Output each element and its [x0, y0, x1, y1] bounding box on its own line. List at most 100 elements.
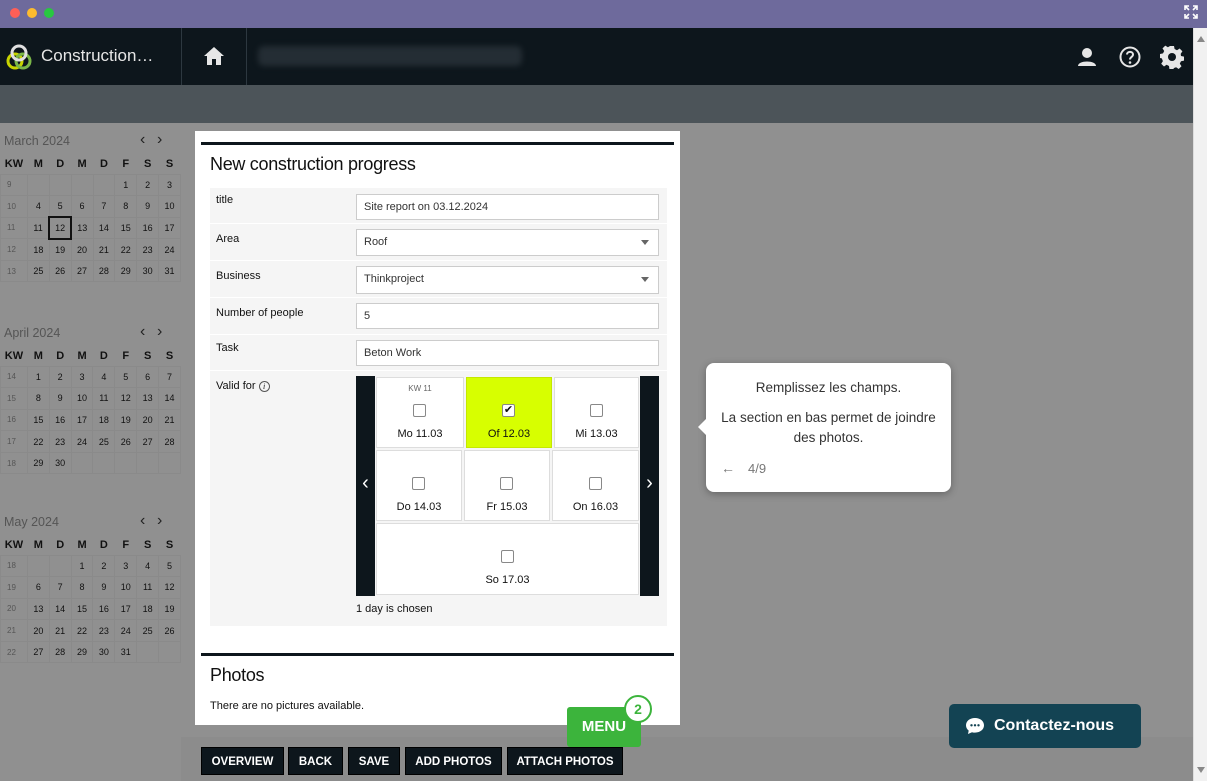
day-picker-next-button[interactable]: › [640, 376, 659, 596]
calendar-day[interactable]: 14 [92, 216, 116, 240]
page-scrollbar[interactable] [1193, 28, 1207, 781]
calendar-day[interactable]: 10 [70, 387, 94, 410]
calendar-day[interactable]: 4 [26, 195, 50, 218]
calendar-day[interactable]: 21 [48, 619, 72, 642]
calendar-day[interactable]: 1 [70, 554, 94, 578]
calendar-day[interactable]: 18 [26, 238, 50, 261]
calendar-day[interactable]: 31 [114, 640, 138, 664]
contact-us-button[interactable]: Contactez-nous [949, 704, 1141, 748]
calendar-day[interactable]: 4 [92, 365, 116, 389]
calendar-day[interactable]: 10 [114, 576, 138, 599]
calendar-day[interactable]: 14 [158, 387, 181, 410]
calendar-day[interactable]: 25 [92, 430, 116, 453]
day-checkbox[interactable] [413, 404, 426, 417]
save-button[interactable]: SAVE [348, 747, 400, 775]
calendar-day[interactable]: 21 [92, 238, 116, 261]
calendar-day[interactable]: 25 [136, 619, 160, 642]
calendar-day[interactable]: 25 [26, 259, 50, 283]
calendar-day[interactable]: 4 [136, 554, 160, 578]
fullscreen-icon[interactable] [1183, 5, 1199, 21]
calendar-day[interactable]: 29 [70, 640, 94, 664]
people-input[interactable]: 5 [356, 303, 659, 329]
calendar-day[interactable]: 15 [70, 597, 94, 621]
settings-gear-icon[interactable] [1160, 45, 1184, 69]
scroll-up-icon[interactable] [1197, 36, 1205, 42]
day-checkbox[interactable] [500, 550, 514, 563]
calendar-day[interactable]: 22 [26, 430, 50, 453]
calendar-day[interactable]: 24 [158, 238, 181, 261]
calendar-day[interactable]: 13 [136, 387, 160, 410]
calendar-day[interactable]: 17 [114, 597, 138, 621]
day-checkbox[interactable] [500, 477, 513, 490]
calendar-day[interactable]: 28 [48, 640, 72, 664]
calendar-day[interactable]: 20 [136, 408, 160, 432]
calendar-prev-button[interactable]: ‹ [140, 512, 145, 530]
day-checkbox[interactable] [589, 404, 603, 417]
day-picker-prev-button[interactable]: ‹ [356, 376, 375, 596]
user-icon[interactable] [1075, 45, 1099, 69]
calendar-day[interactable]: 12 [158, 576, 181, 599]
calendar-day[interactable]: 12 [114, 387, 138, 410]
calendar-day[interactable]: 27 [26, 640, 50, 664]
calendar-day[interactable]: 3 [158, 173, 181, 197]
day-checkbox[interactable] [588, 477, 602, 490]
tooltip-back-arrow-icon[interactable]: ← [721, 460, 735, 476]
calendar-day[interactable]: 7 [158, 365, 181, 389]
add-photos-button[interactable]: ADD PHOTOS [405, 747, 502, 775]
calendar-day[interactable]: 23 [48, 430, 72, 453]
title-input[interactable]: Site report on 03.12.2024 [356, 194, 659, 220]
calendar-day[interactable]: 19 [114, 408, 138, 432]
calendar-day[interactable]: 2 [92, 554, 116, 578]
home-icon[interactable] [202, 45, 226, 67]
back-button[interactable]: BACK [288, 747, 343, 775]
calendar-prev-button[interactable]: ‹ [140, 131, 145, 149]
calendar-day[interactable]: 31 [158, 259, 181, 283]
attach-photos-button[interactable]: ATTACH PHOTOS [507, 747, 623, 775]
calendar-day[interactable]: 20 [70, 238, 94, 261]
day-cell[interactable]: Mi 13.03 [554, 377, 639, 448]
app-title[interactable]: Construction… [41, 46, 153, 66]
calendar-day[interactable]: 20 [26, 619, 50, 642]
calendar-day[interactable]: 28 [92, 259, 116, 283]
calendar-day[interactable]: 23 [92, 619, 116, 642]
calendar-day[interactable]: 17 [158, 216, 181, 240]
calendar-day[interactable]: 3 [114, 554, 138, 578]
calendar-day[interactable]: 6 [26, 576, 50, 599]
calendar-day[interactable]: 2 [136, 173, 160, 197]
calendar-day[interactable]: 2 [48, 365, 72, 389]
calendar-day[interactable]: 13 [70, 216, 94, 240]
calendar-day[interactable]: 19 [48, 238, 72, 261]
calendar-day[interactable]: 30 [92, 640, 116, 664]
day-cell-selected[interactable]: ✔ Of 12.03 [466, 377, 552, 448]
calendar-day[interactable]: 5 [48, 195, 72, 218]
calendar-day[interactable]: 17 [70, 408, 94, 432]
calendar-day[interactable]: 27 [136, 430, 160, 453]
calendar-day[interactable]: 24 [114, 619, 138, 642]
maximize-window-button[interactable] [44, 8, 54, 18]
business-select[interactable]: Thinkproject [356, 266, 659, 294]
calendar-day[interactable]: 7 [48, 576, 72, 599]
calendar-day[interactable]: 11 [26, 216, 50, 240]
calendar-day[interactable]: 24 [70, 430, 94, 453]
day-cell[interactable]: KW 11 Mo 11.03 [376, 377, 464, 448]
minimize-window-button[interactable] [27, 8, 37, 18]
calendar-day[interactable]: 26 [158, 619, 181, 642]
calendar-day[interactable]: 16 [136, 216, 160, 240]
calendar-day[interactable]: 5 [114, 365, 138, 389]
calendar-day[interactable]: 9 [136, 195, 160, 218]
calendar-day[interactable]: 1 [26, 365, 50, 389]
calendar-day[interactable]: 26 [114, 430, 138, 453]
calendar-day[interactable]: 16 [48, 408, 72, 432]
calendar-day[interactable]: 16 [92, 597, 116, 621]
calendar-day[interactable]: 27 [70, 259, 94, 283]
day-cell[interactable]: On 16.03 [552, 450, 639, 521]
calendar-day[interactable]: 22 [70, 619, 94, 642]
close-window-button[interactable] [10, 8, 20, 18]
calendar-day[interactable]: 15 [114, 216, 138, 240]
calendar-next-button[interactable]: › [157, 512, 162, 530]
calendar-day[interactable]: 21 [158, 408, 181, 432]
calendar-day[interactable]: 28 [158, 430, 181, 453]
calendar-day[interactable]: 5 [158, 554, 181, 578]
calendar-day[interactable]: 8 [114, 195, 138, 218]
area-select[interactable]: Roof [356, 229, 659, 256]
